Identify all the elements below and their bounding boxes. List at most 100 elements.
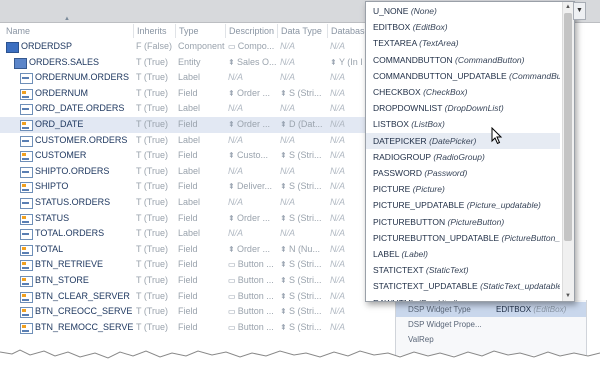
row-name: ORDERS.SALES	[29, 56, 100, 67]
row-db: N/A	[330, 70, 366, 86]
dropdown-option[interactable]: EDITBOX (EditBox)	[366, 19, 560, 35]
dropdown-toggle-button[interactable]: ▼	[573, 2, 586, 20]
dropdown-option[interactable]: COMMANDBUTTON_UPDATABLE (CommandButt...	[366, 68, 560, 84]
scroll-down-icon[interactable]: ▼	[565, 293, 571, 299]
table-row[interactable]: STATUS.ORDERS T (True) Label N/A N/A N/A	[0, 195, 366, 211]
table-row[interactable]: ORDERNUM.ORDERS T (True) Label N/A N/A N/A	[0, 70, 366, 86]
column-header-inherits[interactable]: Inherits	[133, 24, 175, 38]
table-row[interactable]: BTN_CLEAR_SERVER T (True) Field ▭ Button ..…	[0, 289, 366, 305]
dropdown-option[interactable]: U_NONE (None)	[366, 3, 560, 19]
row-type: Label	[178, 133, 225, 149]
column-header-description[interactable]: Description	[225, 24, 277, 38]
table-row[interactable]: SHIPTO T (True) Field ⇞ Deliver... ⇞ S (Stri…	[0, 179, 366, 195]
option-description: (PictureButton_upd...	[501, 232, 560, 243]
row-db: N/A	[330, 117, 366, 133]
row-desc: ⇞ Order ...	[228, 211, 277, 227]
table-row[interactable]: BTN_RETRIEVE T (True) Field ▭ Button ... ⇞ S…	[0, 257, 366, 273]
row-dtype: ⇞ S (Stri...	[280, 304, 327, 320]
table-row[interactable]: BTN_CREOCC_SERVER T (True) Field ▭ Button .…	[0, 304, 366, 320]
property-value-code: EDITBOX	[496, 305, 532, 314]
table-row[interactable]: SHIPTO.ORDERS T (True) Label N/A N/A N/A	[0, 164, 366, 180]
column-header-database[interactable]: Database	[327, 24, 366, 38]
row-inherits: T (True)	[136, 226, 175, 242]
column-header-type[interactable]: Type	[175, 24, 225, 38]
dropdown-option[interactable]: DATEPICKER (DatePicker)	[366, 132, 560, 149]
table-row[interactable]: ORDERS.SALES T (True) Entity ⇞ Sales O... N/…	[0, 55, 366, 71]
table-row[interactable]: STATUS T (True) Field ⇞ Order ... ⇞ S (Stri.…	[0, 211, 366, 227]
dropdown-option[interactable]: TEXTAREA (TextArea)	[366, 35, 560, 51]
row-dtype: N/A	[280, 164, 327, 180]
widget-type-dropdown[interactable]: ▲ ▼ U_NONE (None) EDITBOX (EditBox) TEXTAR…	[365, 1, 575, 302]
row-db: N/A	[330, 101, 366, 117]
dropdown-option[interactable]: RAWHTML (RawHtml)	[366, 295, 560, 301]
dropdown-option[interactable]: PASSWORD (Password)	[366, 165, 560, 181]
dropdown-option[interactable]: PICTURE_UPDATABLE (Picture_updatable)	[366, 197, 560, 213]
property-row[interactable]: DSP Widget Prope...	[396, 317, 586, 332]
scroll-up-icon[interactable]: ▲	[565, 4, 571, 10]
dropdown-option[interactable]: COMMANDBUTTON (CommandButton)	[366, 52, 560, 68]
row-desc-text: Button ...	[237, 306, 274, 317]
option-description: (Label)	[401, 249, 428, 259]
label-icon	[20, 198, 33, 209]
row-type-text: Field	[178, 87, 198, 98]
row-db: N/A	[330, 86, 366, 102]
dropdown-option[interactable]: PICTURE (Picture)	[366, 181, 560, 197]
row-inherits: T (True)	[136, 242, 175, 258]
dropdown-scrollbar[interactable]: ▲ ▼	[562, 2, 574, 301]
table-row[interactable]: BTN_REMOCC_SERVER T (True) Field ▭ Button .…	[0, 320, 366, 336]
dropdown-option[interactable]: LABEL (Label)	[366, 246, 560, 262]
dropdown-option[interactable]: STATICTEXT_UPDATABLE (StaticText_updatab…	[366, 278, 560, 294]
row-desc: ⇞ Order ...	[228, 242, 277, 258]
dropdown-option[interactable]: PICTUREBUTTON_UPDATABLE (PictureButton_u…	[366, 230, 560, 246]
column-header-data-type[interactable]: Data Type	[277, 24, 327, 38]
row-type: Entity	[178, 55, 225, 71]
row-dtype: N/A	[280, 55, 327, 71]
dropdown-option[interactable]: CHECKBOX (CheckBox)	[366, 84, 560, 100]
dropdown-option[interactable]: DROPDOWNLIST (DropDownList)	[366, 100, 560, 116]
dropdown-option[interactable]: STATICTEXT (StaticText)	[366, 262, 560, 278]
row-dtype-text: S (Stri...	[288, 212, 322, 223]
dropdown-option[interactable]: PICTUREBUTTON (PictureButton)	[366, 214, 560, 230]
row-inherits: T (True)	[136, 55, 175, 71]
table-row[interactable]: ORDERNUM T (True) Field ⇞ Order ... ⇞ S (Str…	[0, 86, 366, 102]
table-row[interactable]: TOTAL.ORDERS T (True) Label N/A N/A N/A	[0, 226, 366, 242]
table-row[interactable]: TOTAL T (True) Field ⇞ Order ... ⇞ N (Nu... N…	[0, 242, 366, 258]
table-row[interactable]: BTN_STORE T (True) Field ▭ Button ... ⇞ S (S…	[0, 273, 366, 289]
scrollbar-thumb[interactable]	[564, 13, 572, 241]
dropdown-option[interactable]: LISTBOX (ListBox)	[366, 116, 560, 132]
option-code: PICTURE	[373, 184, 411, 195]
table-row[interactable]: CUSTOMER.ORDERS T (True) Label N/A N/A N/A	[0, 133, 366, 149]
row-inherits: T (True)	[136, 304, 175, 320]
table-row[interactable]: ORD_DATE.ORDERS T (True) Label N/A N/A N/A	[0, 101, 366, 117]
option-description: (None)	[410, 6, 437, 16]
dropdown-option[interactable]: RADIOGROUP (RadioGroup)	[366, 149, 560, 165]
table-row[interactable]: ORDERDSP F (False) Component ▭ Compo... N/A N…	[0, 39, 366, 55]
sort-ascending-icon[interactable]: ▲	[64, 16, 70, 22]
row-desc: ⇞ Sales O...	[228, 55, 277, 71]
option-code: CHECKBOX	[373, 87, 421, 97]
property-row[interactable]: DSP Widget Type EDITBOX (EditBox)	[396, 302, 586, 317]
option-description: (CommandButton)	[455, 54, 525, 65]
field-icon	[20, 322, 33, 334]
column-header-name[interactable]: Name	[0, 24, 133, 38]
property-key: DSP Widget Type	[408, 305, 471, 314]
row-inherits: T (True)	[136, 179, 175, 195]
table-row[interactable]: CUSTOMER T (True) Field ⇞ Custo... ⇞ S (Stri…	[0, 148, 366, 164]
table-row[interactable]: ORD_DATE T (True) Field ⇞ Order ... ⇞ D (Dat…	[0, 117, 366, 133]
row-db: N/A	[330, 242, 366, 258]
row-inherits-text: F (False)	[136, 41, 172, 51]
row-desc: N/A	[228, 195, 277, 211]
row-dtype-text: S (Stri...	[288, 306, 322, 317]
value-marker-icon: ▭	[228, 322, 238, 332]
option-code: TEXTAREA	[373, 38, 417, 49]
property-value[interactable]: EDITBOX (EditBox)	[496, 302, 566, 317]
option-code: PICTURE_UPDATABLE	[373, 200, 465, 211]
row-desc: ⇞ Custo...	[228, 148, 277, 164]
option-code: LISTBOX	[373, 119, 409, 130]
row-dtype: ⇞ S (Stri...	[280, 148, 327, 164]
row-inherits-text: T (True)	[136, 181, 169, 192]
option-description: (Picture_updatable)	[466, 200, 541, 211]
row-db: N/A	[330, 39, 366, 55]
row-desc: ⇞ Order ...	[228, 86, 277, 102]
row-desc-text: Custo...	[236, 150, 268, 161]
